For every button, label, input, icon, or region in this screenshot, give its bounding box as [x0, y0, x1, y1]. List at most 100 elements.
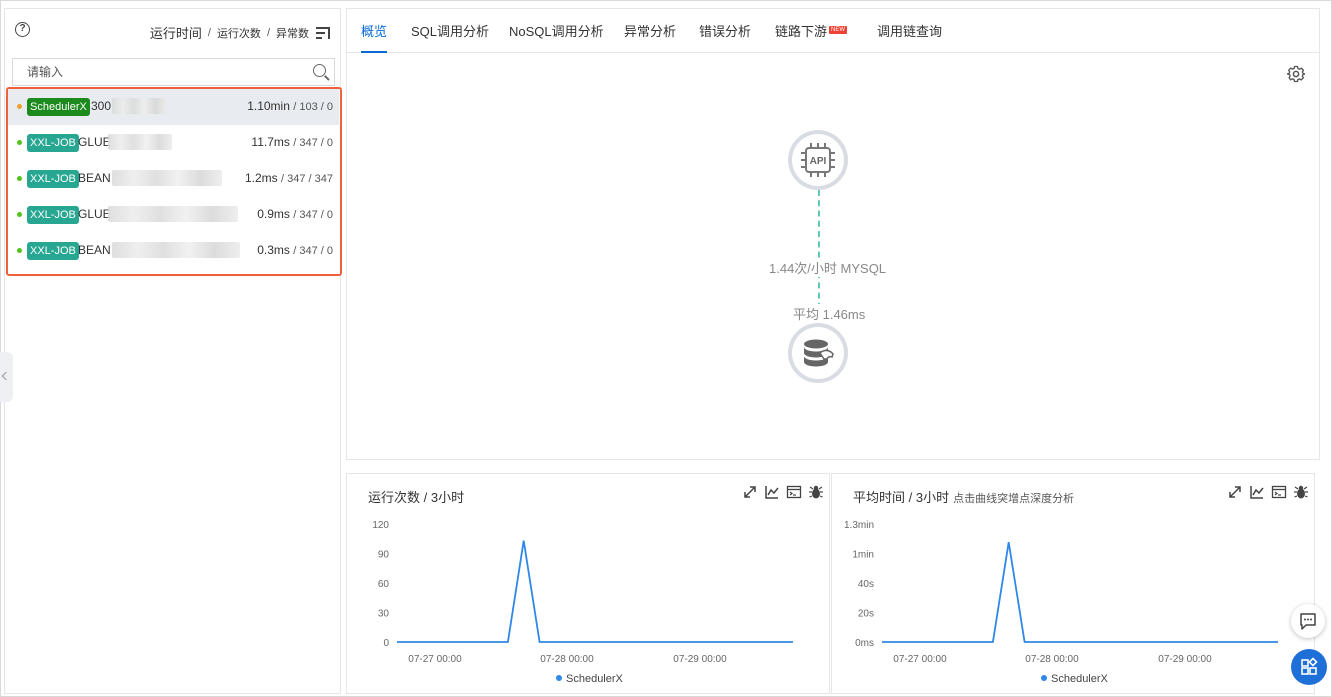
- gear-icon[interactable]: [1287, 65, 1305, 83]
- job-stats: 1.2ms / 347 / 347: [245, 171, 333, 185]
- legend-label[interactable]: SchedulerX: [566, 673, 624, 685]
- job-counts: / 347 / 347: [281, 173, 333, 185]
- status-dot: [17, 212, 22, 217]
- terminal-icon[interactable]: [1271, 484, 1287, 500]
- series-line[interactable]: [397, 540, 793, 643]
- line-chart-icon[interactable]: [1249, 484, 1265, 500]
- tab-error-analysis[interactable]: 错误分析: [699, 9, 751, 53]
- x-tick-label: 07-29 00:00: [673, 654, 727, 665]
- search-icon[interactable]: [313, 64, 326, 77]
- job-item[interactable]: SchedulerX 300 1.10min / 103 / 0: [8, 89, 339, 125]
- tab-downstream-label: 链路下游: [775, 24, 828, 39]
- y-tick-label: 30: [378, 609, 390, 620]
- y-tick-label: 60: [378, 579, 390, 590]
- mysql-node[interactable]: [788, 323, 848, 383]
- sort-by-run-time[interactable]: 运行时间: [150, 23, 202, 42]
- redacted-text: [112, 98, 166, 114]
- x-tick-label: 07-28 00:00: [540, 654, 594, 665]
- job-name: GLUE: [78, 207, 111, 221]
- redacted-text: [112, 242, 240, 258]
- job-counts: / 347 / 0: [293, 245, 333, 257]
- tab-sql-analysis[interactable]: SQL调用分析: [411, 9, 489, 53]
- bug-icon[interactable]: [808, 484, 824, 500]
- help-icon[interactable]: ?: [15, 22, 30, 37]
- x-tick-label: 07-29 00:00: [1158, 654, 1212, 665]
- bug-icon[interactable]: [1293, 484, 1309, 500]
- y-tick-label: 90: [378, 550, 390, 561]
- edge-rate-label: 1.44次/小时 MYSQL: [769, 258, 887, 277]
- status-dot: [17, 104, 22, 109]
- job-item[interactable]: XXL-JOB BEAN 0.3ms / 347 / 0: [8, 233, 339, 269]
- apps-button[interactable]: [1291, 649, 1327, 685]
- job-item[interactable]: XXL-JOB BEAN 1.2ms / 347 / 347: [8, 161, 339, 197]
- sort-by-run-count[interactable]: 运行次数: [217, 25, 261, 41]
- status-dot: [17, 248, 22, 253]
- tab-overview[interactable]: 概览: [361, 9, 388, 53]
- mysql-node-inner: [792, 327, 844, 379]
- job-name: 300: [91, 99, 112, 113]
- chart-toolbar: [742, 484, 824, 500]
- job-item[interactable]: XXL-JOB GLUE 0.9ms / 347 / 0: [8, 197, 339, 233]
- y-tick-label: 120: [372, 520, 389, 531]
- terminal-icon[interactable]: [786, 484, 802, 500]
- legend-marker: [556, 675, 562, 681]
- y-tick-label: 20s: [858, 609, 874, 620]
- job-item[interactable]: XXL-JOB GLUE 11.7ms / 347 / 0: [8, 125, 339, 161]
- job-counts: / 103 / 0: [293, 101, 333, 113]
- tab-exception-analysis[interactable]: 异常分析: [624, 9, 676, 53]
- status-dot: [17, 140, 22, 145]
- sort-separator: /: [266, 26, 270, 39]
- api-node[interactable]: API: [788, 130, 848, 190]
- job-run-time: 1.10min: [247, 99, 290, 113]
- topology-view: API 1.44次/小时 MYSQL 平均 1.46ms: [346, 53, 1320, 460]
- api-chip-icon: API: [801, 143, 835, 177]
- chart-toolbar: [1227, 484, 1309, 500]
- collapse-sidebar-handle[interactable]: [0, 352, 13, 402]
- y-tick-label: 0: [383, 638, 389, 649]
- job-run-time: 0.9ms: [257, 207, 290, 221]
- tab-nosql-analysis[interactable]: NoSQL调用分析: [509, 9, 604, 53]
- y-tick-label: 1min: [852, 550, 874, 561]
- edge-avg-label: 平均 1.46ms: [793, 304, 866, 323]
- legend-marker: [1041, 675, 1047, 681]
- line-chart-icon[interactable]: [764, 484, 780, 500]
- job-stats: 0.9ms / 347 / 0: [257, 207, 333, 221]
- job-type-badge: XXL-JOB: [27, 242, 79, 260]
- job-type-badge: XXL-JOB: [27, 134, 79, 152]
- tab-downstream[interactable]: 链路下游 NEW: [775, 9, 848, 53]
- job-list-header: ? 运行时间 / 运行次数 / 异常数: [5, 9, 340, 53]
- job-counts: / 347 / 0: [293, 137, 333, 149]
- job-name: BEAN: [78, 243, 111, 257]
- job-list: SchedulerX 300 1.10min / 103 / 0 XXL-JOB…: [6, 87, 342, 276]
- job-search-input[interactable]: [13, 59, 293, 85]
- sort-by-errors[interactable]: 异常数: [276, 25, 309, 41]
- job-run-time: 0.3ms: [257, 243, 290, 257]
- y-tick-label: 40s: [858, 579, 874, 590]
- tab-bar: 概览 SQL调用分析 NoSQL调用分析 异常分析 错误分析 链路下游 NEW 调…: [346, 8, 1320, 53]
- sort-separator: /: [207, 26, 211, 39]
- job-stats: 1.10min / 103 / 0: [247, 99, 333, 113]
- chart-title: 平均时间 / 3小时 点击曲线突增点深度分析: [853, 487, 1074, 506]
- job-stats: 11.7ms / 347 / 0: [251, 135, 333, 149]
- job-search: [12, 58, 335, 86]
- sort-options: 运行时间 / 运行次数 / 异常数: [150, 23, 330, 42]
- x-tick-label: 07-28 00:00: [1025, 654, 1079, 665]
- job-type-badge: XXL-JOB: [27, 206, 79, 224]
- status-dot: [17, 176, 22, 181]
- avg-time-chart[interactable]: 0ms 20s 40s 1min 1.3min 07-27 00:00 07-28 00:0…: [832, 514, 1316, 694]
- run-count-chart[interactable]: 0 30 60 90 120 07-27 00:00 07-28 00:00 07-29 00…: [347, 514, 831, 694]
- api-node-inner: API: [792, 134, 844, 186]
- sort-order-icon[interactable]: [316, 26, 330, 39]
- expand-icon[interactable]: [742, 484, 758, 500]
- x-tick-label: 07-27 00:00: [893, 654, 947, 665]
- feedback-button[interactable]: [1291, 604, 1325, 638]
- legend-label[interactable]: SchedulerX: [1051, 673, 1109, 685]
- x-tick-label: 07-27 00:00: [408, 654, 462, 665]
- expand-icon[interactable]: [1227, 484, 1243, 500]
- api-node-label: API: [810, 156, 827, 167]
- series-line[interactable]: [882, 542, 1278, 643]
- job-counts: / 347 / 0: [293, 209, 333, 221]
- redacted-text: [112, 170, 222, 186]
- chart-title-text: 运行次数 / 3小时: [368, 490, 465, 505]
- tab-trace-query[interactable]: 调用链查询: [877, 9, 942, 53]
